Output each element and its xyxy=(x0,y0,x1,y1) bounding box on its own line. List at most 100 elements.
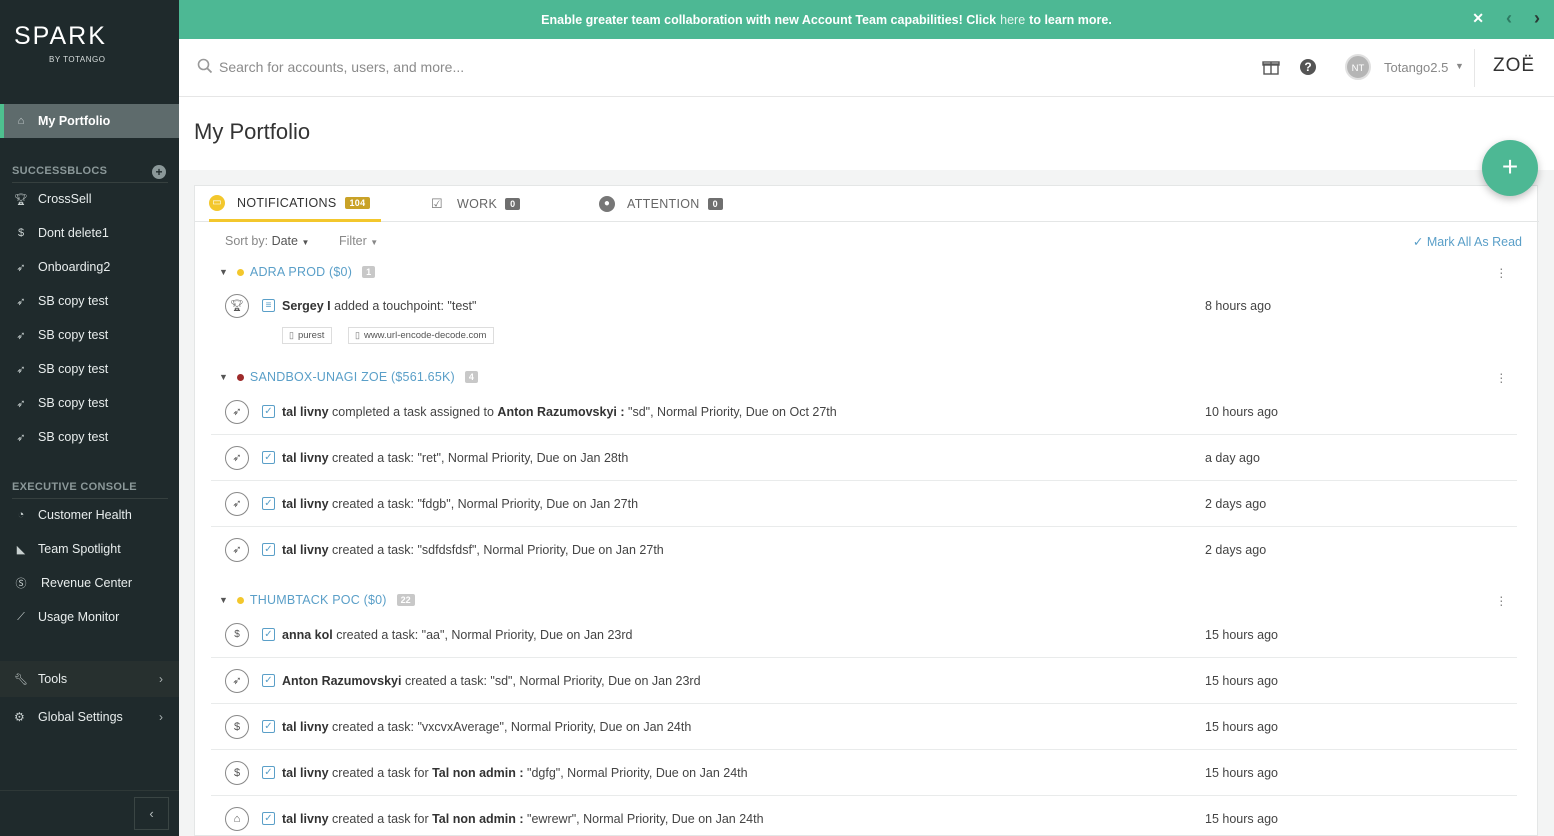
notification-item[interactable]: ➶ ✓ tal livny created a task: "ret", Nor… xyxy=(211,435,1517,481)
tab-attention[interactable]: ● ATTENTION 0 xyxy=(599,186,723,221)
sidebar-item-team-spotlight[interactable]: ◣ Team Spotlight xyxy=(0,532,179,566)
gift-icon[interactable] xyxy=(1261,57,1281,77)
timestamp: 15 hours ago xyxy=(1205,720,1278,734)
notification-text: tal livny created a task for Tal non adm… xyxy=(282,766,748,780)
portfolio-panel: ▭ NOTIFICATIONS 104 ☑ WORK 0 ● ATTENTION… xyxy=(194,185,1539,836)
sidebar-item-revenue-center[interactable]: Ⓢ Revenue Center xyxy=(0,566,179,600)
account-link[interactable]: SANDBOX-UNAGI ZOE ($561.65K) xyxy=(250,370,455,384)
sidebar-item-usage-monitor[interactable]: ⟋ Usage Monitor xyxy=(0,600,179,634)
tab-work[interactable]: ☑ WORK 0 xyxy=(429,186,521,221)
more-options-icon[interactable]: · · · xyxy=(1499,589,1504,611)
group-count-badge: 22 xyxy=(396,594,415,606)
sidebar-item-sb-copy-test[interactable]: ➶ SB copy test xyxy=(0,352,179,386)
tab-count-badge: 0 xyxy=(707,197,723,210)
actor-name[interactable]: tal livny xyxy=(282,812,329,826)
notification-item[interactable]: ➶ ✓ Anton Razumovskyi created a task: "s… xyxy=(211,658,1517,704)
account-link[interactable]: THUMBTACK POC ($0) xyxy=(250,593,387,607)
assignee-name[interactable]: Tal non admin : xyxy=(432,812,523,826)
caret-down-icon[interactable]: ▼ xyxy=(219,595,228,605)
sort-dropdown[interactable]: Sort by: Date ▼ xyxy=(225,234,309,248)
attachment-chip[interactable]: ▯ purest xyxy=(282,327,333,344)
add-button[interactable]: + xyxy=(1482,140,1538,196)
attachment-chip[interactable]: ▯ www.url-encode-decode.com xyxy=(348,327,495,344)
collapse-sidebar-button[interactable]: ‹ xyxy=(134,797,169,830)
rocket-icon: ➶ xyxy=(225,446,249,470)
assignee-name[interactable]: Anton Razumovskyi : xyxy=(497,405,624,419)
notification-item[interactable]: $ ✓ anna kol created a task: "aa", Norma… xyxy=(211,612,1517,658)
notification-body: created a task for xyxy=(332,812,429,826)
notification-item[interactable]: $ ✓ tal livny created a task: "vxcvxAver… xyxy=(211,704,1517,750)
sidebar-item-label: Tools xyxy=(38,672,68,686)
actor-name[interactable]: tal livny xyxy=(282,766,329,780)
attachment-name: www.url-encode-decode.com xyxy=(363,330,487,341)
touchpoint-icon: ≡ xyxy=(262,299,275,312)
divider xyxy=(0,790,179,791)
sidebar-item-my-portfolio[interactable]: ⌂ My Portfolio xyxy=(0,104,179,138)
sidebar-item-sb-copy-test[interactable]: ➶ SB copy test xyxy=(0,318,179,352)
notification-item[interactable]: ➶ ✓ tal livny created a task: "sdfdsfdsf… xyxy=(211,527,1517,573)
task-check-icon: ✓ xyxy=(262,674,275,687)
notification-item[interactable]: ➶ ✓ tal livny completed a task assigned … xyxy=(211,389,1517,435)
task-check-icon: ✓ xyxy=(262,812,275,825)
caret-down-icon: ▼ xyxy=(370,238,379,247)
actor-name[interactable]: Sergey I xyxy=(282,299,331,313)
actor-name[interactable]: Anton Razumovskyi xyxy=(282,674,401,688)
more-options-icon[interactable]: · · · xyxy=(1499,261,1504,283)
caret-down-icon[interactable]: ▼ xyxy=(219,372,228,382)
sidebar-item-sb-copy-test[interactable]: ➶ SB copy test xyxy=(0,386,179,420)
search-input[interactable] xyxy=(219,56,719,78)
notification-detail: "dgfg", Normal Priority, Due on Jan 24th xyxy=(527,766,748,780)
actor-name[interactable]: tal livny xyxy=(282,451,329,465)
page-title: My Portfolio xyxy=(194,119,311,144)
assignee-name[interactable]: Tal non admin : xyxy=(432,766,523,780)
notification-item[interactable]: $ ✓ tal livny created a task for Tal non… xyxy=(211,750,1517,796)
more-options-icon[interactable]: · · · xyxy=(1499,366,1504,388)
tab-notifications[interactable]: ▭ NOTIFICATIONS 104 xyxy=(209,186,381,222)
chevron-right-icon[interactable]: › xyxy=(1534,8,1540,29)
sidebar-item-dont-delete1[interactable]: $ Dont delete1 xyxy=(0,216,179,250)
sidebar-item-tools[interactable]: 🔧︎ Tools › xyxy=(0,661,179,697)
account-group-header[interactable]: ▼ SANDBOX-UNAGI ZOE ($561.65K) 4 xyxy=(219,367,478,387)
account-link[interactable]: ADRA PROD ($0) xyxy=(250,265,352,279)
spark-logo[interactable]: SPARK BY TOTANGO xyxy=(14,22,107,64)
task-check-icon: ✓ xyxy=(262,766,275,779)
actor-name[interactable]: tal livny xyxy=(282,543,329,557)
zoe-assistant-button[interactable]: ZOË xyxy=(1493,55,1535,77)
caret-down-icon[interactable]: ▼ xyxy=(219,267,228,277)
banner-link[interactable]: here xyxy=(1000,13,1025,27)
sidebar-item-global-settings[interactable]: ⚙ Global Settings › xyxy=(0,699,179,735)
bank-icon: ⌂ xyxy=(225,807,249,831)
notification-item[interactable]: ➶ ✓ tal livny created a task: "fdgb", No… xyxy=(211,481,1517,527)
sidebar-item-onboarding2[interactable]: ➶ Onboarding2 xyxy=(0,250,179,284)
sort-label: Sort by: xyxy=(225,234,269,248)
notification-body: created a task: "sd", Normal Priority, D… xyxy=(404,674,701,688)
user-menu[interactable]: Totango2.5 xyxy=(1384,60,1448,75)
sidebar-item-crosssell[interactable]: 🏆︎ CrossSell xyxy=(0,182,179,216)
notification-item[interactable]: ⌂ ✓ tal livny created a task for Tal non… xyxy=(211,796,1517,836)
account-group-header[interactable]: ▼ ADRA PROD ($0) 1 xyxy=(219,262,376,282)
filter-dropdown[interactable]: Filter ▼ xyxy=(339,234,378,248)
avatar[interactable]: NT xyxy=(1345,54,1371,80)
sidebar-item-sb-copy-test[interactable]: ➶ SB copy test xyxy=(0,284,179,318)
sidebar-item-label: Team Spotlight xyxy=(38,542,121,556)
timestamp: 2 days ago xyxy=(1205,543,1267,557)
mark-all-read-button[interactable]: ✓ Mark All As Read xyxy=(1413,234,1522,249)
help-icon[interactable]: ? xyxy=(1298,57,1318,77)
chevron-left-icon[interactable]: ‹ xyxy=(1506,8,1512,29)
close-icon[interactable]: ✕ xyxy=(1472,10,1484,27)
svg-text:?: ? xyxy=(1304,60,1311,74)
sidebar-item-customer-health[interactable]: ◔ Customer Health xyxy=(0,498,179,532)
notification-body: created a task: "fdgb", Normal Priority,… xyxy=(332,497,639,511)
notification-item[interactable]: 🏆︎ ≡ Sergey I added a touchpoint: "test"… xyxy=(211,283,1517,347)
sidebar-item-sb-copy-test[interactable]: ➶ SB copy test xyxy=(0,420,179,454)
timestamp: 2 days ago xyxy=(1205,497,1267,511)
announcement-banner: Enable greater team collaboration with n… xyxy=(179,0,1554,39)
actor-name[interactable]: tal livny xyxy=(282,497,329,511)
add-successbloc-icon[interactable]: + xyxy=(152,165,166,179)
actor-name[interactable]: tal livny xyxy=(282,405,329,419)
actor-name[interactable]: tal livny xyxy=(282,720,329,734)
account-group-header[interactable]: ▼ THUMBTACK POC ($0) 22 xyxy=(219,590,415,610)
chevron-down-icon[interactable]: ▼ xyxy=(1455,61,1464,71)
actor-name[interactable]: anna kol xyxy=(282,628,333,642)
notification-text: tal livny completed a task assigned to A… xyxy=(282,405,837,419)
